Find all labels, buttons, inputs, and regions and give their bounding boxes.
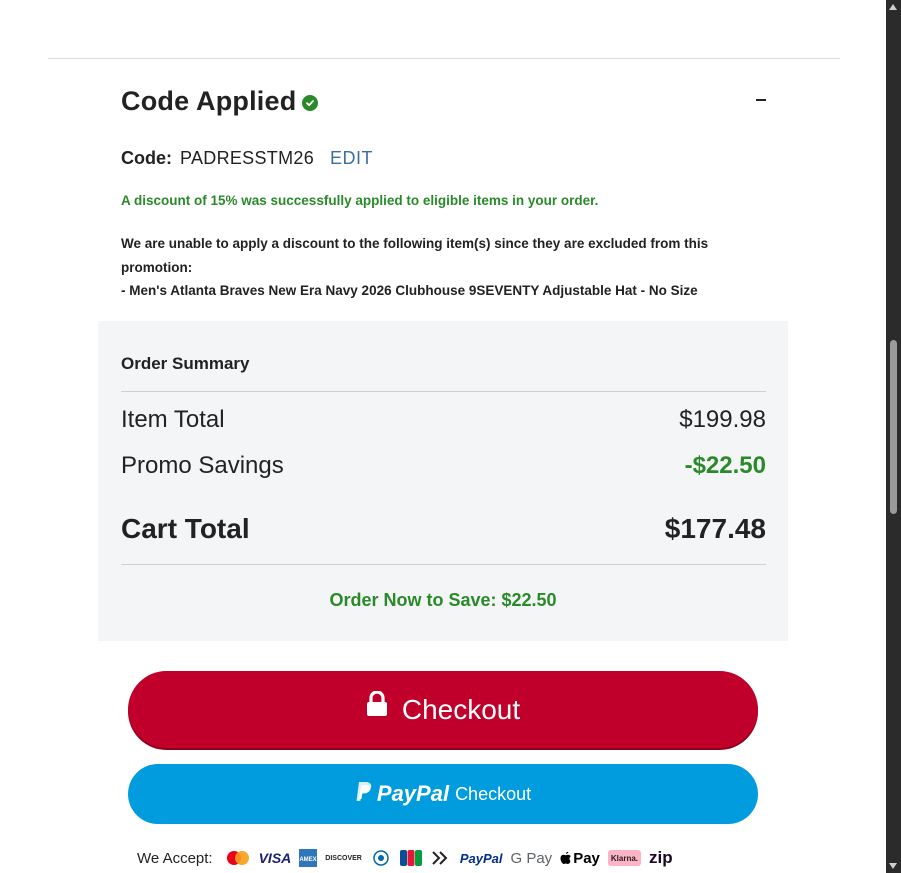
zip-icon: zip xyxy=(649,848,673,867)
discount-success-message: A discount of 15% was successfully appli… xyxy=(121,193,599,208)
checkout-button[interactable]: Checkout xyxy=(128,671,758,748)
item-total-label: Item Total xyxy=(121,406,225,433)
scroll-up-icon[interactable] xyxy=(889,4,897,10)
paypal-logo-icon xyxy=(355,781,373,808)
promo-savings-value: -$22.50 xyxy=(684,452,766,479)
svg-text:AMEX: AMEX xyxy=(300,857,317,863)
amex-icon: AMEX xyxy=(299,849,318,867)
klarna-icon: Klarna. xyxy=(607,850,642,866)
promo-header: Code Applied xyxy=(121,84,766,118)
section-divider xyxy=(48,58,840,59)
item-total-value: $199.98 xyxy=(679,406,766,433)
accept-label: We Accept: xyxy=(137,849,213,867)
code-label: Code: xyxy=(121,148,172,168)
promo-code-line: Code: PADRESSTM26 EDIT xyxy=(121,148,373,169)
scroll-down-icon[interactable] xyxy=(889,863,897,869)
scroll-thumb[interactable] xyxy=(890,340,897,514)
promo-title: Code Applied xyxy=(121,85,297,116)
cart-total-row: Cart Total $177.48 xyxy=(121,513,766,545)
edit-code-link[interactable]: EDIT xyxy=(330,148,373,169)
paypal-brand: PayPal xyxy=(376,781,450,806)
affirm-icon xyxy=(430,849,452,867)
summary-divider xyxy=(121,564,766,565)
discover-icon: DISCOVER xyxy=(325,854,362,862)
save-value: $22.50 xyxy=(501,590,557,610)
order-summary-title: Order Summary xyxy=(121,354,250,373)
save-label: Order Now to Save: xyxy=(329,590,497,610)
promo-savings-row: Promo Savings -$22.50 xyxy=(121,452,766,480)
order-summary-panel: Order Summary Item Total $199.98 Promo S… xyxy=(98,321,788,641)
code-value: PADRESSTM26 xyxy=(180,148,315,168)
apple-pay-label: Pay xyxy=(573,849,600,867)
mastercard-icon xyxy=(225,849,251,867)
collapse-minus-button[interactable] xyxy=(756,99,766,101)
apple-pay-icon: Pay xyxy=(560,849,600,867)
order-now-save: Order Now to Save: $22.50 xyxy=(98,590,788,611)
paypal-small-icon: PayPal xyxy=(459,850,503,866)
paypal-checkout-button[interactable]: PayPal Checkout xyxy=(128,764,758,824)
item-total-row: Item Total $199.98 xyxy=(121,406,766,434)
payment-methods: We Accept: VISA AMEX DISCOVER PayPal G P… xyxy=(137,846,673,870)
diners-club-icon xyxy=(370,849,392,867)
checkout-label: Checkout xyxy=(401,693,521,725)
cart-total-label: Cart Total xyxy=(121,513,250,544)
excluded-message: We are unable to apply a discount to the… xyxy=(121,236,709,275)
summary-divider xyxy=(121,391,766,392)
paypal-checkout-label: Checkout xyxy=(455,783,532,804)
page-scrollbar[interactable] xyxy=(886,0,901,873)
excluded-items-notice: We are unable to apply a discount to the… xyxy=(121,232,761,303)
lock-icon xyxy=(366,690,388,722)
google-pay-icon: G Pay xyxy=(510,849,553,867)
jcb-icon xyxy=(399,849,422,867)
check-circle-icon xyxy=(302,95,319,111)
cart-total-value: $177.48 xyxy=(664,513,766,544)
excluded-item: - Men's Atlanta Braves New Era Navy 2026… xyxy=(121,283,698,298)
visa-icon: VISA xyxy=(258,850,292,866)
promo-savings-label: Promo Savings xyxy=(121,452,284,479)
